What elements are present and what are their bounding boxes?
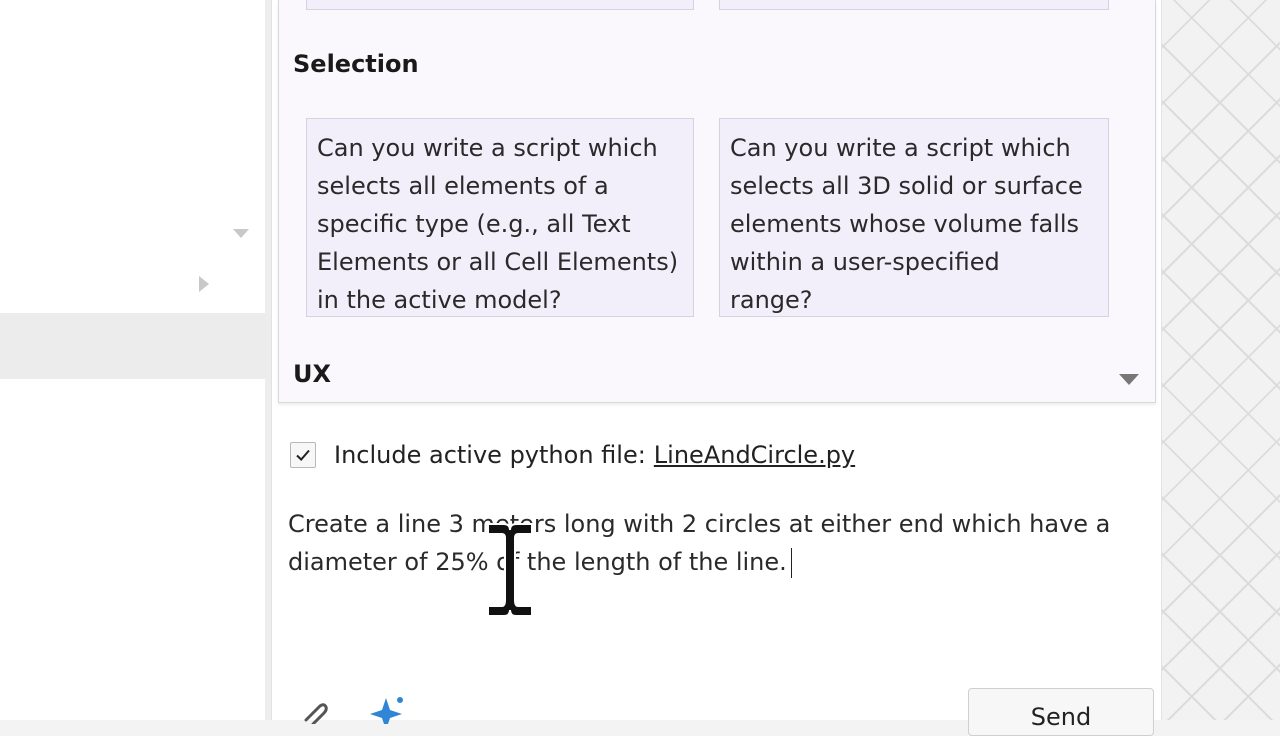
left-pane-selected-row[interactable] — [0, 313, 265, 379]
prompt-card[interactable]: Can you write a script which selects all… — [306, 118, 694, 317]
paperclip-icon[interactable] — [300, 700, 328, 728]
prompt-card[interactable]: Can you write a script which selects all… — [719, 118, 1109, 317]
suggested-prompts-list: Selection Can you write a script which s… — [278, 0, 1156, 403]
scroll-down-arrow-icon[interactable] — [233, 229, 249, 238]
expand-right-arrow-icon[interactable] — [199, 276, 209, 292]
left-pane-list — [0, 0, 222, 255]
prompt-card-partial[interactable] — [306, 0, 694, 10]
prompt-input-text: Create a line 3 meters long with 2 circl… — [288, 510, 1111, 576]
prompt-card-line: range? — [730, 286, 813, 314]
prompt-card-line: selects all 3D solid or surface — [730, 172, 1083, 200]
active-file-link[interactable]: LineAndCircle.py — [654, 441, 855, 469]
prompt-card-line: Can you write a script which — [730, 134, 1071, 162]
left-pane — [0, 0, 271, 720]
include-file-row: Include active python file: LineAndCircl… — [290, 438, 855, 472]
text-cursor-icon — [484, 520, 536, 624]
include-file-label: Include active python file: — [334, 441, 646, 469]
model-viewport[interactable] — [1160, 0, 1280, 720]
prompt-card-partial[interactable] — [719, 0, 1109, 10]
assistant-panel: Selection Can you write a script which s… — [271, 0, 1162, 736]
send-button[interactable]: Send — [968, 688, 1154, 736]
prompt-card-line: selects all elements of a — [317, 172, 609, 200]
prompt-card-line: in the active model? — [317, 286, 562, 314]
text-caret — [790, 548, 792, 578]
prompt-card-line: Elements or all Cell Elements) — [317, 248, 679, 276]
prompt-card-line: specific type (e.g., all Text — [317, 210, 631, 238]
prompt-card-line: Can you write a script which — [317, 134, 658, 162]
prompt-input[interactable]: Create a line 3 meters long with 2 circl… — [288, 505, 1148, 665]
checkmark-icon — [296, 449, 310, 461]
section-title-ux: UX — [293, 360, 331, 388]
include-file-checkbox[interactable] — [290, 442, 316, 468]
left-pane-lower — [0, 379, 265, 720]
chevron-down-icon[interactable] — [1119, 374, 1139, 385]
prompt-card-line: within a user-specified — [730, 248, 1000, 276]
prompt-card-line: elements whose volume falls — [730, 210, 1080, 238]
section-title-selection: Selection — [293, 50, 419, 78]
sparkle-icon[interactable] — [366, 694, 406, 730]
